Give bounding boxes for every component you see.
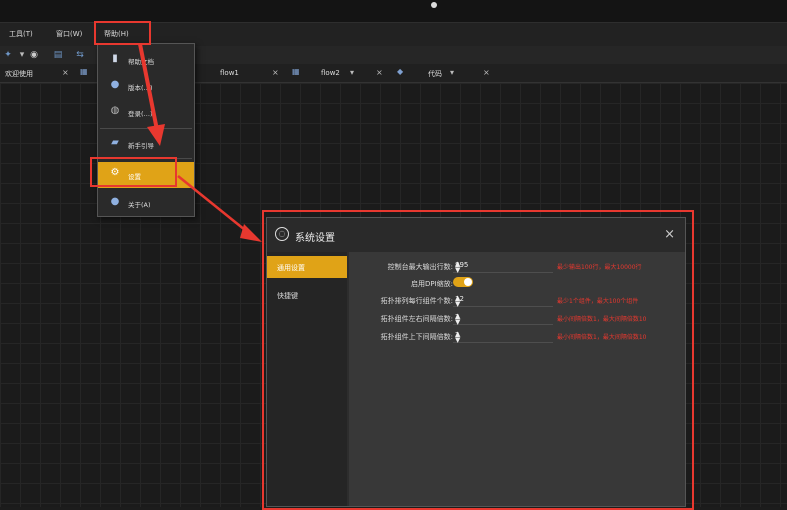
setting-hint: 最少输出100行，最大10000行: [557, 264, 642, 271]
tab-welcome[interactable]: 欢迎使用: [5, 69, 33, 79]
menu-item-label: 登录(…): [128, 110, 153, 118]
setting-label: 控制台最大输出行数:: [387, 263, 453, 271]
tab-code[interactable]: 代码: [428, 69, 442, 79]
setting-label: 拓扑组件上下间隔倍数:: [380, 333, 453, 341]
settings-content: 控制台最大输出行数: 895 ▲ ▼ 最少输出100行，最大10000行 启用DP…: [349, 252, 685, 506]
nav-item-shortcuts[interactable]: 快捷键: [267, 284, 347, 306]
setting-row-topo-horizontal: 拓扑组件左右间隔倍数: 2 ▲ ▼ 最小间隔倍数1，最大间隔倍数10: [349, 310, 685, 326]
camera-dot-icon: [431, 2, 437, 8]
tab-close-icon[interactable]: ×: [376, 68, 383, 77]
user-icon: ◍: [110, 105, 120, 116]
nav-item-label: 快捷键: [277, 292, 298, 300]
setting-label: 拓扑排列每行组件个数:: [380, 297, 453, 305]
topo-per-row-input[interactable]: 12 ▲ ▼: [453, 292, 553, 308]
highlight-box-settings: [90, 157, 177, 187]
setting-hint: 最少1个组件，最大100个组件: [557, 298, 639, 305]
setting-row-topo-per-row: 拓扑排列每行组件个数: 12 ▲ ▼ 最少1个组件，最大100个组件: [349, 292, 685, 308]
book-icon: ▰: [111, 137, 119, 148]
record-icon[interactable]: ◉: [29, 50, 39, 60]
gear-icon[interactable]: ✦: [3, 50, 13, 60]
menu-tools[interactable]: 工具(T): [9, 29, 33, 39]
chevron-down-icon[interactable]: ▾: [350, 68, 354, 77]
tab-flow2[interactable]: flow2: [321, 69, 340, 77]
close-icon[interactable]: ×: [664, 227, 675, 242]
app-logo-icon: ◌: [275, 227, 289, 241]
setting-row-topo-vertical: 拓扑组件上下间隔倍数: 2 ▲ ▼ 最小间隔倍数1，最大间隔倍数10: [349, 328, 685, 344]
setting-row-dpi: 启用DPI缩放:: [349, 275, 685, 291]
flow-icon[interactable]: ⇆: [75, 50, 85, 60]
window-top-strip: [0, 0, 787, 22]
tab-flow1[interactable]: flow1: [220, 69, 239, 77]
menu-item-label: 关于(A): [128, 201, 151, 209]
menu-item-label: 新手引导: [128, 142, 154, 150]
menu-item-login[interactable]: ◍ 登录(…): [98, 100, 194, 124]
grid-icon: ▦: [292, 67, 300, 76]
document-icon: ▮: [112, 53, 118, 64]
highlight-box-help-menu: [94, 21, 151, 45]
setting-hint: 最小间隔倍数1，最大间隔倍数10: [557, 316, 647, 323]
console-lines-input[interactable]: 895 ▲ ▼: [453, 258, 553, 274]
menu-divider: [100, 128, 192, 129]
chart-icon[interactable]: ▤: [53, 50, 63, 60]
chevron-down-icon[interactable]: ▾: [17, 50, 27, 60]
topo-horizontal-input[interactable]: 2 ▲ ▼: [453, 310, 553, 326]
settings-dialog: ◌ 系统设置 × 通用设置 快捷键 控制台最大输出行数: 895 ▲ ▼ 最少输出…: [266, 217, 686, 507]
tab-close-icon[interactable]: ×: [62, 68, 69, 77]
dialog-title: 系统设置: [295, 233, 335, 244]
menu-item-label: 帮助文档: [128, 58, 154, 66]
setting-label: 启用DPI缩放:: [410, 280, 453, 288]
menu-item-about[interactable]: ● 关于(A): [98, 191, 194, 215]
menu-item-label: 版本(…): [128, 84, 153, 92]
menu-item-help-docs[interactable]: ▮ 帮助文档: [98, 48, 194, 72]
code-icon: ◆: [397, 67, 404, 76]
spinner-arrows-icon[interactable]: ▲ ▼: [455, 313, 460, 326]
spinner-arrows-icon[interactable]: ▲ ▼: [455, 331, 460, 344]
menu-item-guide[interactable]: ▰ 新手引导: [98, 132, 194, 156]
setting-hint: 最小间隔倍数1，最大间隔倍数10: [557, 334, 647, 341]
globe-icon: ●: [110, 79, 120, 90]
dpi-toggle[interactable]: [453, 277, 473, 287]
help-dropdown-menu: ▮ 帮助文档 ● 版本(…) ◍ 登录(…) ▰ 新手引导 ⚙ 设置 ● 关于(…: [97, 43, 195, 217]
nav-item-label: 通用设置: [277, 264, 305, 272]
setting-label: 拓扑组件左右间隔倍数:: [380, 315, 453, 323]
chevron-down-icon[interactable]: ▾: [450, 68, 454, 77]
tab-close-icon[interactable]: ×: [272, 68, 279, 77]
settings-nav: 通用设置 快捷键: [267, 252, 347, 506]
setting-row-console-lines: 控制台最大输出行数: 895 ▲ ▼ 最少输出100行，最大10000行: [349, 258, 685, 274]
info-icon: ●: [110, 196, 120, 207]
menu-item-version[interactable]: ● 版本(…): [98, 74, 194, 98]
grid-icon: ▦: [80, 67, 88, 76]
spinner-arrows-icon[interactable]: ▲ ▼: [455, 295, 460, 308]
dialog-header: ◌ 系统设置 ×: [267, 218, 685, 252]
topo-vertical-input[interactable]: 2 ▲ ▼: [453, 328, 553, 344]
spinner-arrows-icon[interactable]: ▲ ▼: [455, 261, 460, 274]
menu-window[interactable]: 窗口(W): [56, 29, 82, 39]
nav-item-general[interactable]: 通用设置: [267, 256, 347, 278]
tab-close-icon[interactable]: ×: [483, 68, 490, 77]
